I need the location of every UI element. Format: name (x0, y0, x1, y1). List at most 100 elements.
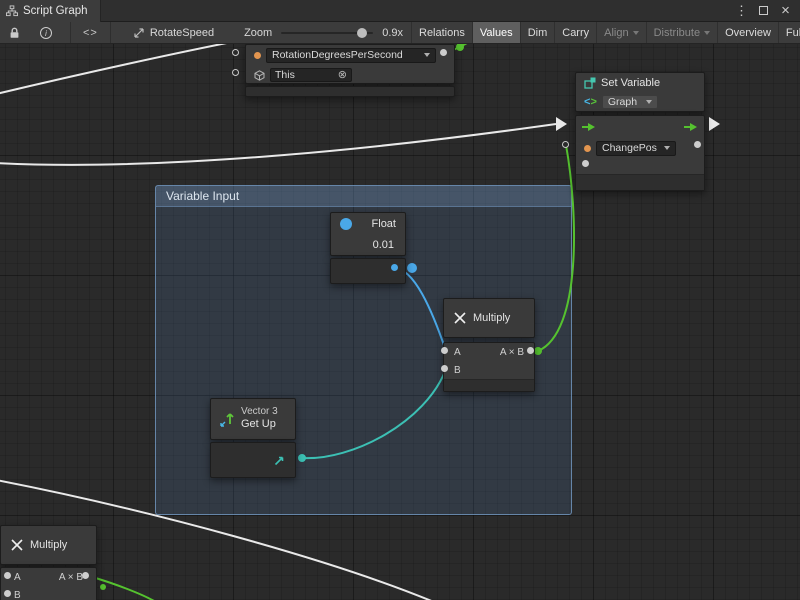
variable-name-dropdown[interactable]: RotationDegreesPerSecond (266, 48, 436, 63)
node-type-label: Vector 3 (241, 406, 278, 418)
port-out-label: A × B (59, 572, 83, 583)
graph-breadcrumb[interactable]: RotateSpeed (125, 22, 222, 44)
input-port[interactable] (232, 69, 239, 76)
relations-button[interactable]: Relations (411, 22, 472, 44)
wire-green-bottom[interactable] (89, 576, 156, 600)
input-port[interactable] (582, 160, 589, 167)
graph-canvas[interactable]: Variable Input RotationDegreesPerSecond (0, 44, 800, 600)
flow-output-arrow-icon[interactable] (684, 122, 698, 132)
align-button[interactable]: Align (596, 22, 645, 44)
variable-name-dropdown[interactable]: ChangePos (596, 141, 676, 156)
node-set-variable[interactable]: Set Variable <> Graph (575, 72, 705, 191)
port-out-label: A × B (500, 347, 524, 358)
graph-name: RotateSpeed (150, 27, 214, 39)
overview-button[interactable]: Overview (717, 22, 778, 44)
node-title: Multiply (473, 312, 510, 324)
node-float-literal[interactable]: Float 0.01 (330, 212, 406, 284)
chevron-down-icon (664, 146, 670, 150)
node-footer (576, 174, 704, 190)
input-port-a[interactable] (441, 347, 448, 354)
port-b-label: B (454, 365, 461, 376)
value-output-port[interactable] (694, 141, 701, 148)
wire-flow-in[interactable] (0, 124, 556, 165)
window-controls: ⋮ × (732, 2, 800, 20)
tab-script-graph[interactable]: Script Graph (0, 0, 101, 22)
chevron-down-icon (633, 31, 639, 35)
kebab-icon: ⋮ (735, 3, 748, 19)
output-port[interactable] (527, 347, 534, 354)
variable-name: RotationDegreesPerSecond (272, 49, 403, 61)
variable-type-icon (254, 52, 261, 59)
value-input-port[interactable] (562, 141, 569, 148)
input-port-a[interactable] (4, 572, 11, 579)
output-port[interactable] (440, 49, 447, 56)
wire-endpoint (456, 44, 464, 51)
distribute-button[interactable]: Distribute (646, 22, 717, 44)
flow-input-arrow-icon[interactable] (582, 122, 596, 132)
chevron-down-icon (646, 100, 652, 104)
node-port-band (245, 86, 455, 97)
wire-endpoint (100, 584, 106, 590)
code-toggle-button[interactable]: <> (71, 22, 110, 44)
node-title: Get Up (241, 418, 278, 431)
zoom-slider-handle[interactable] (357, 28, 367, 38)
dim-button[interactable]: Dim (520, 22, 555, 44)
variable-scope-dropdown[interactable]: Graph (602, 95, 658, 109)
node-multiply[interactable]: Multiply A A × B B (443, 298, 535, 392)
zoom-label: Zoom (244, 27, 272, 39)
output-port[interactable] (82, 572, 89, 579)
variable-type-icon (584, 145, 591, 152)
code-icon: <> (83, 27, 98, 39)
node-title: Multiply (30, 539, 67, 551)
input-port-b[interactable] (4, 590, 11, 597)
set-variable-icon (584, 77, 596, 89)
target-object-label: This (275, 69, 295, 81)
float-output-port[interactable] (391, 264, 398, 271)
node-footer (444, 379, 534, 391)
graph-toolbar: i <> RotateSpeed Zoom 0.9x Relations Val… (0, 22, 800, 44)
port-b-label: B (14, 590, 21, 600)
close-button[interactable]: × (776, 2, 795, 20)
window-menu-button[interactable]: ⋮ (732, 2, 751, 20)
visual-scripting-icon: <> (584, 96, 597, 108)
chevron-down-icon (424, 53, 430, 57)
group-header[interactable]: Variable Input (156, 186, 571, 207)
unity-script-graph-window: { "window": { "title": "Script Graph" },… (0, 0, 800, 600)
vector3-up-icon (219, 410, 236, 428)
vector3-output-port-icon[interactable] (273, 454, 286, 467)
port-a-label: A (454, 347, 461, 358)
node-title: Set Variable (601, 77, 660, 89)
node-port-band (210, 442, 296, 478)
zoom-slider[interactable] (281, 32, 373, 34)
flow-arrowhead-in (556, 117, 567, 131)
maximize-icon (759, 6, 768, 15)
node-multiply-bottom[interactable]: Multiply A A × B B (0, 525, 97, 600)
carry-button[interactable]: Carry (554, 22, 596, 44)
node-get-variable[interactable]: RotationDegreesPerSecond This ⊗ (245, 44, 455, 97)
maximize-button[interactable] (754, 2, 773, 20)
remove-target-icon[interactable]: ⊗ (338, 70, 347, 81)
variable-name: ChangePos (602, 142, 657, 154)
float-type-icon (340, 218, 352, 230)
group-title: Variable Input (166, 189, 239, 203)
float-value[interactable]: 0.01 (373, 239, 394, 251)
lock-button[interactable] (3, 22, 26, 44)
node-get-up[interactable]: Vector 3 Get Up (210, 398, 296, 478)
toolbar-separator (110, 22, 111, 44)
window-title: Script Graph (23, 5, 88, 17)
graph-icon (6, 5, 18, 17)
script-graph-asset-icon (133, 27, 145, 39)
info-icon: i (40, 27, 52, 39)
target-object-field[interactable]: This ⊗ (270, 68, 352, 82)
chevron-down-icon (704, 31, 710, 35)
fullscreen-button[interactable]: Full Screen (778, 22, 800, 44)
input-port[interactable] (232, 49, 239, 56)
wire-white-topleft[interactable] (0, 44, 242, 94)
node-port-band (330, 258, 406, 284)
info-button[interactable]: i (34, 22, 58, 44)
close-icon: × (781, 2, 790, 19)
values-button[interactable]: Values (472, 22, 520, 44)
window-titlebar: Script Graph ⋮ × (0, 0, 800, 22)
multiply-icon (9, 537, 25, 553)
input-port-b[interactable] (441, 365, 448, 372)
